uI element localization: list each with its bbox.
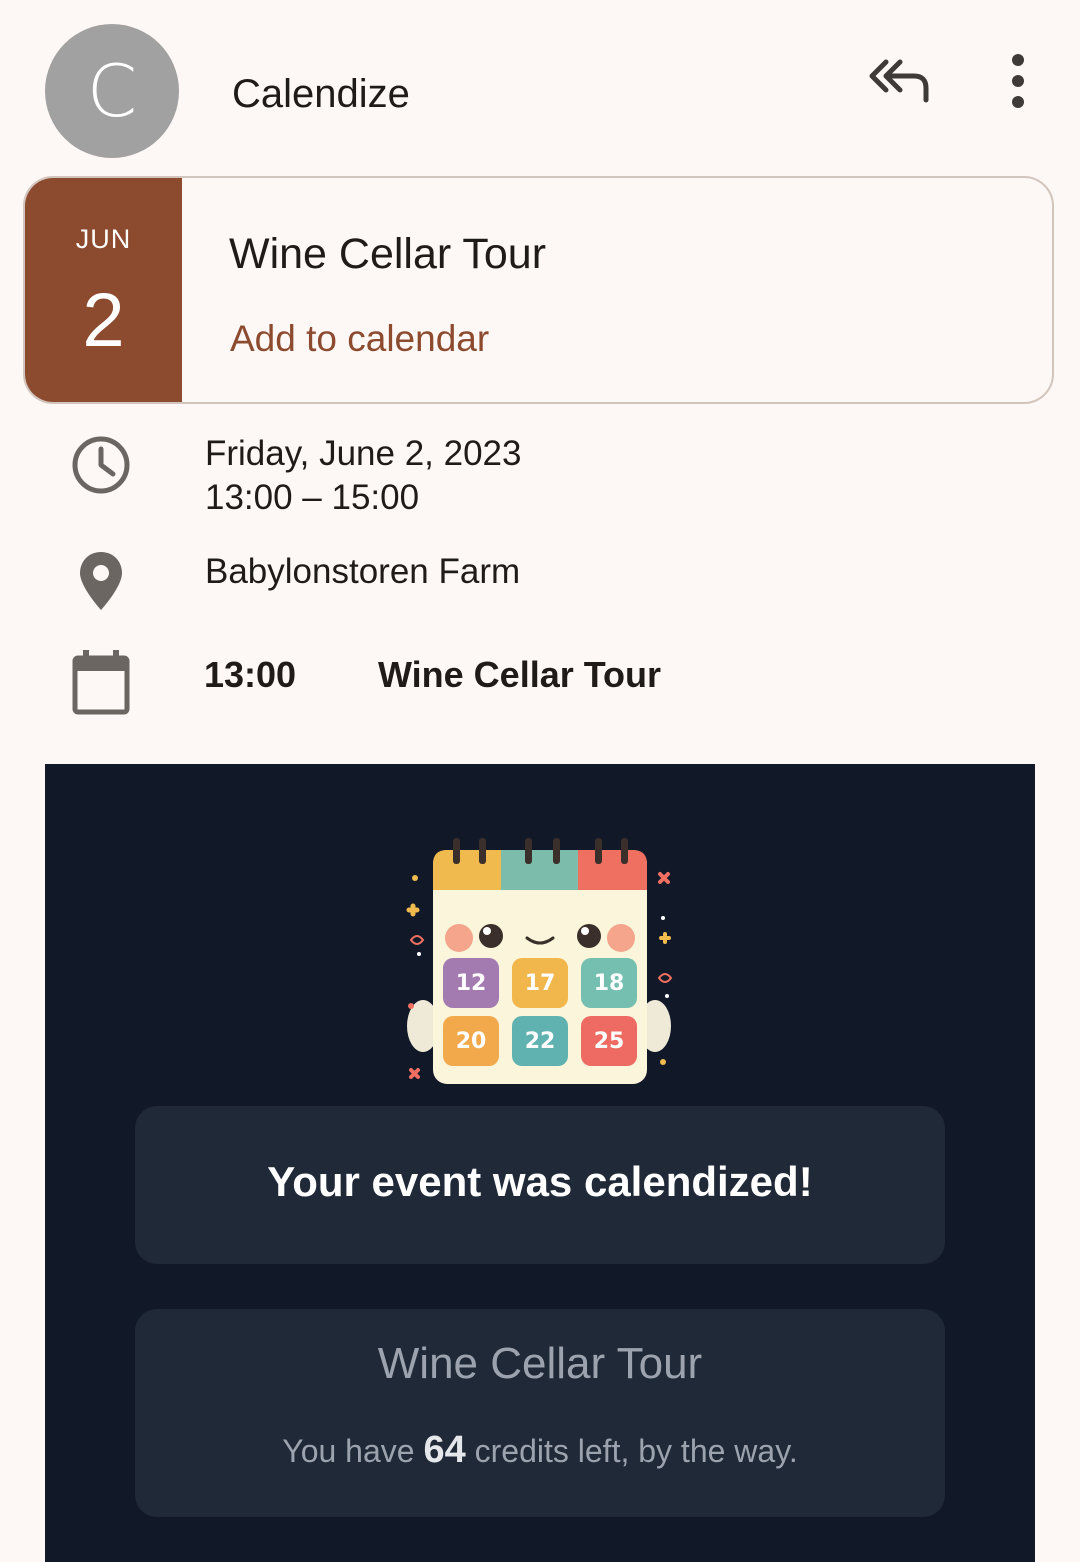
event-card[interactable]: JUN 2 Wine Cellar Tour Add to calendar (23, 176, 1054, 404)
event-location: Babylonstoren Farm (205, 552, 521, 591)
agenda-title: Wine Cellar Tour (378, 654, 662, 695)
event-summary-panel: Wine Cellar Tour You have 64 credits lef… (135, 1309, 945, 1517)
add-to-calendar-link[interactable]: Add to calendar (230, 318, 489, 360)
event-date-text: Friday, June 2, 2023 (205, 434, 522, 473)
more-options-button[interactable] (998, 52, 1038, 112)
event-date-time: Friday, June 2, 2023 13:00 – 15:00 (205, 432, 522, 520)
clock-icon (70, 434, 132, 501)
email-body: 12 17 18 20 22 25 Your event was calendi… (45, 764, 1035, 1562)
credits-message: You have 64 credits left, by the way. (135, 1429, 945, 1472)
event-date-block: JUN 2 (25, 178, 182, 402)
mascot-number: 20 (456, 1029, 487, 1054)
credits-prefix: You have (282, 1433, 424, 1469)
success-message: Your event was calendized! (267, 1158, 813, 1205)
event-title: Wine Cellar Tour (229, 230, 547, 278)
mascot-number: 12 (456, 971, 487, 996)
calendar-icon (70, 648, 132, 721)
mascot-number: 25 (594, 1029, 625, 1054)
success-panel: Your event was calendized! (135, 1106, 945, 1264)
reply-all-icon (869, 59, 929, 103)
calendar-mascot-illustration: 12 17 18 20 22 25 (406, 838, 673, 1084)
message-header: C Calendize (0, 0, 1080, 170)
event-time-range: 13:00 – 15:00 (205, 478, 420, 517)
mascot-number: 18 (594, 971, 625, 996)
mascot-number: 22 (525, 1029, 556, 1054)
reply-all-button[interactable] (868, 54, 934, 108)
credits-count: 64 (423, 1429, 466, 1471)
sender-name[interactable]: Calendize (232, 70, 410, 118)
credits-suffix: credits left, by the way. (465, 1433, 798, 1469)
event-day: 2 (82, 278, 125, 363)
more-vert-icon (1012, 54, 1024, 108)
agenda-time: 13:00 (204, 654, 297, 695)
mascot-number: 17 (525, 971, 556, 996)
sender-avatar[interactable]: C (45, 24, 179, 158)
event-month: JUN (75, 224, 132, 254)
location-pin-icon (70, 550, 132, 617)
summary-event-title: Wine Cellar Tour (377, 1339, 703, 1388)
